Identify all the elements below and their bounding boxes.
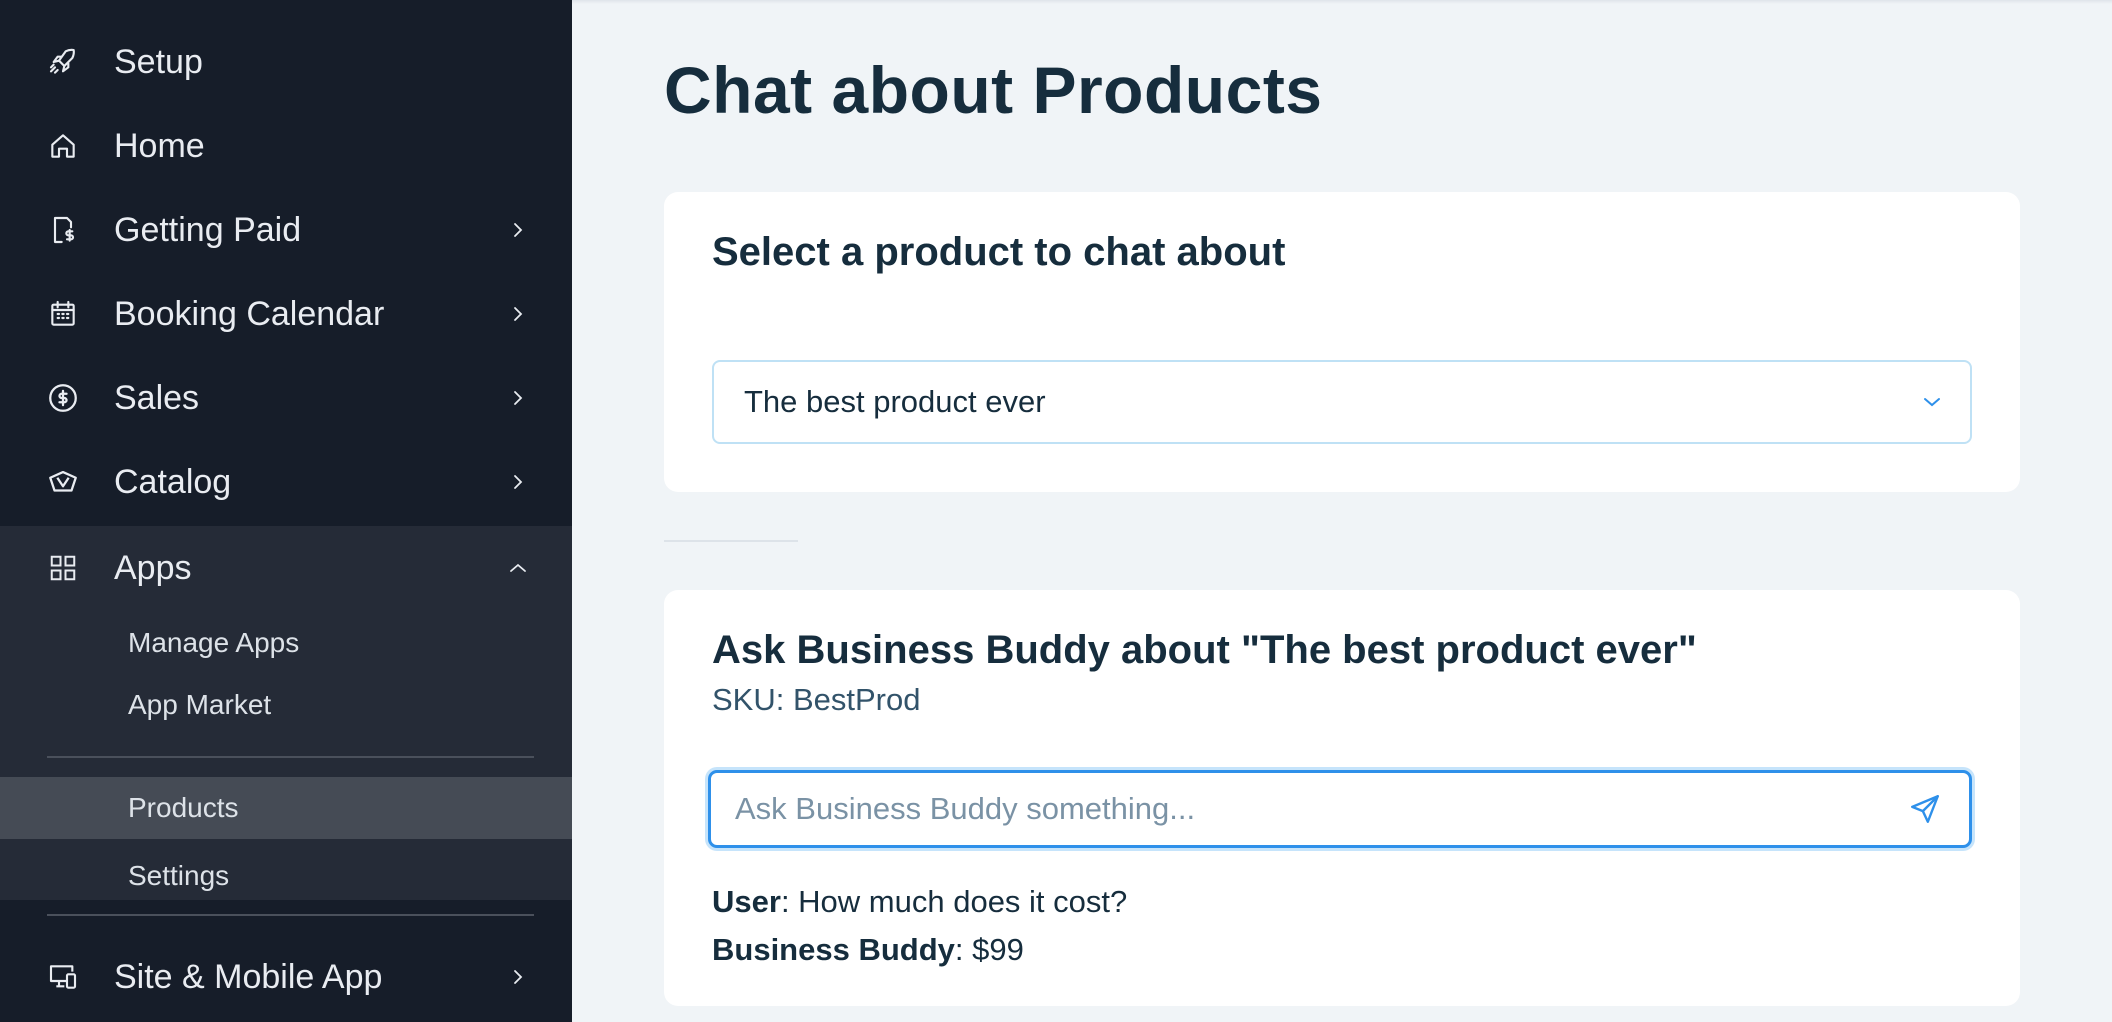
dropdown-selected-value: The best product ever (744, 384, 1046, 419)
chat-title: Ask Business Buddy about "The best produ… (712, 628, 1697, 672)
product-sku: SKU: BestProd (712, 682, 921, 717)
sidebar-subitem-label: Manage Apps (128, 627, 300, 658)
sidebar-item-getting-paid[interactable]: Getting Paid (0, 188, 572, 272)
sidebar-item-label: Site & Mobile App (114, 957, 383, 996)
chevron-right-icon (508, 472, 528, 492)
section-divider (664, 540, 798, 542)
message-text: : How much does it cost? (780, 884, 1128, 919)
chat-message: Business Buddy: $99 (712, 932, 1024, 968)
message-sender: Business Buddy (712, 932, 955, 967)
sidebar-item-label: Setup (114, 42, 203, 81)
home-icon (46, 129, 80, 163)
sidebar-item-label: Getting Paid (114, 210, 302, 249)
invoice-dollar-icon (46, 213, 80, 247)
app-window: Setup Home Getting Paid Booking Calendar… (0, 0, 2112, 1022)
page-title: Chat about Products (664, 53, 1323, 127)
rocket-icon (46, 45, 80, 79)
sidebar-item-label: Catalog (114, 462, 232, 501)
chat-input-box (708, 770, 1972, 848)
sidebar-item-label: Home (114, 126, 205, 165)
sidebar-item-setup[interactable]: Setup (0, 20, 572, 104)
sidebar-item-booking-calendar[interactable]: Booking Calendar (0, 272, 572, 356)
chevron-right-icon (508, 304, 528, 324)
product-dropdown[interactable]: The best product ever (712, 360, 1972, 444)
message-sender: User (712, 884, 781, 919)
chevron-up-icon (508, 558, 528, 578)
sidebar-divider (47, 756, 534, 758)
send-button[interactable] (1905, 789, 1945, 829)
chevron-right-icon (508, 220, 528, 240)
sidebar: Setup Home Getting Paid Booking Calendar… (0, 0, 572, 1022)
chat-message: User: How much does it cost? (712, 884, 1127, 920)
message-text: : $99 (954, 932, 1024, 967)
chat-input[interactable] (735, 791, 1875, 827)
devices-icon (46, 960, 80, 994)
chevron-right-icon (508, 967, 528, 987)
sidebar-item-label: Apps (114, 548, 192, 587)
chat-card: Ask Business Buddy about "The best produ… (664, 590, 2020, 1006)
sidebar-subitem-settings[interactable]: Settings (0, 845, 572, 907)
sidebar-item-label: Sales (114, 378, 200, 417)
product-selector-card: Select a product to chat about The best … (664, 192, 2020, 492)
sidebar-subitem-app-market[interactable]: App Market (0, 674, 572, 736)
sidebar-subitem-products[interactable]: Products (0, 777, 572, 839)
dollar-circle-icon (46, 381, 80, 415)
sidebar-subitem-label: App Market (128, 689, 272, 720)
sidebar-subitem-label: Products (128, 792, 239, 823)
sidebar-subitem-label: Settings (128, 860, 230, 891)
chevron-right-icon (508, 388, 528, 408)
catalog-icon (46, 465, 80, 499)
top-shadow (572, 0, 2112, 4)
sidebar-item-catalog[interactable]: Catalog (0, 440, 572, 524)
apps-icon (46, 551, 80, 585)
sidebar-item-sales[interactable]: Sales (0, 356, 572, 440)
sidebar-subitem-manage-apps[interactable]: Manage Apps (0, 612, 572, 674)
sidebar-item-apps[interactable]: Apps (0, 526, 572, 610)
main-content: Chat about Products Select a product to … (572, 0, 2112, 1022)
chevron-down-icon (1920, 390, 1944, 414)
sidebar-divider (47, 914, 534, 916)
card-title: Select a product to chat about (712, 230, 1286, 274)
sidebar-item-home[interactable]: Home (0, 104, 572, 188)
sidebar-item-site-mobile-app[interactable]: Site & Mobile App (0, 935, 572, 1019)
sidebar-item-label: Booking Calendar (114, 294, 385, 333)
apps-expanded-panel: Apps Manage Apps App Market Products Set… (0, 526, 572, 900)
calendar-icon (46, 297, 80, 331)
send-icon (1911, 795, 1939, 823)
